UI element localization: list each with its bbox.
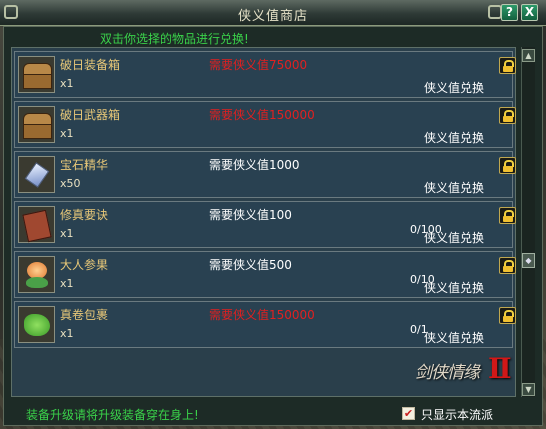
item-name: 大人参果 (60, 258, 109, 272)
logo-text: 剑侠情缘 (415, 363, 480, 383)
item-quantity: x1 (60, 327, 74, 340)
scroll-down-icon[interactable]: ▼ (522, 383, 535, 396)
item-name: 破日装备箱 (60, 58, 121, 72)
item-name: 修真要诀 (60, 208, 109, 222)
item-cost: 需要侠义值150000 (209, 308, 315, 322)
exchange-link[interactable]: 侠义值兑换 (424, 129, 484, 146)
item-cost: 需要侠义值500 (209, 258, 292, 272)
item-quantity: x1 (60, 227, 74, 240)
exchange-link[interactable]: 侠义值兑换 (424, 79, 484, 96)
item-cost: 需要侠义值75000 (209, 58, 308, 72)
list-item[interactable]: 修真要诀 x1 需要侠义值100 0/100 侠义值兑换 (14, 201, 516, 248)
item-list: 破日装备箱 x1 需要侠义值75000 侠义值兑换 破日武器箱 x1 需要侠义值… (11, 47, 516, 397)
item-name: 真卷包裹 (60, 308, 109, 322)
list-item[interactable]: 破日武器箱 x1 需要侠义值150000 侠义值兑换 (14, 101, 516, 148)
logo-numeral: Ⅱ (488, 352, 512, 385)
exchange-link[interactable]: 侠义值兑换 (424, 179, 484, 196)
lock-icon[interactable] (499, 207, 516, 224)
upgrade-tip: 装备升级请将升级装备穿在身上! (26, 408, 199, 422)
lock-icon[interactable] (499, 257, 516, 274)
exchange-link[interactable]: 侠义值兑换 (424, 329, 484, 346)
item-quantity: x1 (60, 127, 74, 140)
list-item[interactable]: 大人参果 x1 需要侠义值500 0/10 侠义值兑换 (14, 251, 516, 298)
ginseng-fruit-icon[interactable] (18, 256, 55, 293)
chest-icon[interactable] (18, 56, 55, 93)
instruction-hint: 双击你选择的物品进行兑换! (100, 32, 249, 46)
gem-icon[interactable] (18, 156, 55, 193)
only-my-sect-label[interactable]: 只显示本流派 (421, 406, 493, 423)
scroll-up-icon[interactable]: ▲ (522, 49, 535, 62)
window-title: 侠义值商店 (237, 9, 308, 24)
item-name: 宝石精华 (60, 158, 109, 172)
herb-bundle-icon[interactable] (18, 306, 55, 343)
exchange-link[interactable]: 侠义值兑换 (424, 279, 484, 296)
title-bar[interactable]: 侠义值商店 ? X (0, 0, 546, 26)
lock-icon[interactable] (499, 157, 516, 174)
lock-icon[interactable] (499, 107, 516, 124)
help-button[interactable]: ? (501, 4, 518, 21)
lock-icon[interactable] (499, 307, 516, 324)
item-cost: 需要侠义值100 (209, 208, 292, 222)
list-item[interactable]: 真卷包裹 x1 需要侠义值150000 0/1 侠义值兑换 (14, 301, 516, 348)
list-item[interactable]: 破日装备箱 x1 需要侠义值75000 侠义值兑换 (14, 51, 516, 98)
lock-icon[interactable] (499, 57, 516, 74)
item-quantity: x1 (60, 277, 74, 290)
title-ornament-right-icon (488, 5, 502, 19)
chest-icon[interactable] (18, 106, 55, 143)
item-name: 破日武器箱 (60, 108, 121, 122)
xiayi-shop-window: 侠义值商店 ? X 双击你选择的物品进行兑换! 破日装备箱 x1 需要侠义值75… (0, 0, 546, 429)
item-cost: 需要侠义值1000 (209, 158, 300, 172)
close-button[interactable]: X (521, 4, 538, 21)
game-logo: 剑侠情缘 Ⅱ (415, 352, 515, 394)
item-quantity: x1 (60, 77, 74, 90)
item-quantity: x50 (60, 177, 81, 190)
item-cost: 需要侠义值150000 (209, 108, 315, 122)
list-item[interactable]: 宝石精华 x50 需要侠义值1000 侠义值兑换 (14, 151, 516, 198)
scrollbar-track[interactable] (521, 47, 535, 397)
exchange-link[interactable]: 侠义值兑换 (424, 229, 484, 246)
only-my-sect-checkbox[interactable]: ✔ (402, 407, 415, 420)
scrollbar-thumb[interactable]: ◆ (522, 253, 535, 268)
book-icon[interactable] (18, 206, 55, 243)
